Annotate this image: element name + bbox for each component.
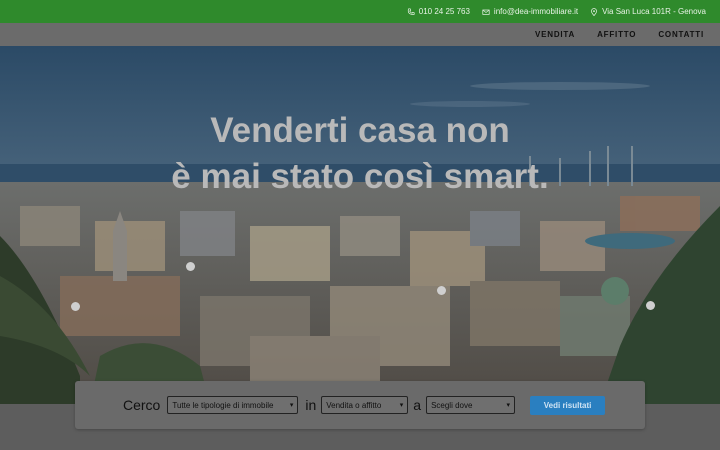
genova-cityscape-image xyxy=(0,46,720,404)
contract-type-value: Vendita o affitto xyxy=(326,400,382,410)
address-contact[interactable]: Via San Luca 101R - Genova xyxy=(590,7,706,16)
nav-affitto[interactable]: AFFITTO xyxy=(597,30,636,39)
contact-bar: 010 24 25 763 info@dea-immobiliare.it Vi… xyxy=(0,0,720,23)
location-select[interactable]: Scegli dove ▾ xyxy=(426,396,516,414)
email-address: info@dea-immobiliare.it xyxy=(493,7,579,16)
label-cerco: Cerco xyxy=(123,397,161,413)
view-results-button[interactable]: Vedi risultati xyxy=(530,395,606,415)
phone-number: 010 24 25 763 xyxy=(418,7,470,16)
hero-banner: Venderti casa non è mai stato così smart… xyxy=(0,46,720,404)
map-marker-dot[interactable] xyxy=(646,301,655,310)
map-marker-dot[interactable] xyxy=(71,302,80,311)
main-nav: VENDITA AFFITTO CONTATTI xyxy=(0,23,720,46)
nav-vendita[interactable]: VENDITA xyxy=(535,30,575,39)
mail-icon xyxy=(482,9,490,15)
chevron-down-icon: ▾ xyxy=(506,402,511,409)
property-search-bar: Cerco Tutte le tipologie di immobile ▾ i… xyxy=(75,381,645,429)
property-type-value: Tutte le tipologie di immobile xyxy=(172,400,274,410)
address-text: Via San Luca 101R - Genova xyxy=(602,7,706,16)
phone-contact[interactable]: 010 24 25 763 xyxy=(407,7,470,16)
chevron-down-icon: ▾ xyxy=(399,402,404,409)
contract-type-select[interactable]: Vendita o affitto ▾ xyxy=(321,396,409,414)
label-a: a xyxy=(413,397,422,413)
page: 010 24 25 763 info@dea-immobiliare.it Vi… xyxy=(0,0,720,450)
property-type-select[interactable]: Tutte le tipologie di immobile ▾ xyxy=(167,396,299,414)
hero-title-line1: Venderti casa non xyxy=(210,111,510,150)
map-marker-dot[interactable] xyxy=(437,286,446,295)
location-pin-icon xyxy=(591,7,598,16)
nav-contatti[interactable]: CONTATTI xyxy=(658,30,704,39)
location-value: Scegli dove xyxy=(431,400,473,410)
phone-icon xyxy=(407,7,415,15)
map-marker-dot[interactable] xyxy=(186,262,195,271)
chevron-down-icon: ▾ xyxy=(289,402,294,409)
email-contact[interactable]: info@dea-immobiliare.it xyxy=(482,7,578,16)
hero-title: Venderti casa non è mai stato così smart… xyxy=(0,108,720,200)
label-in: in xyxy=(305,397,317,413)
hero-title-line2: è mai stato così smart. xyxy=(171,157,549,196)
